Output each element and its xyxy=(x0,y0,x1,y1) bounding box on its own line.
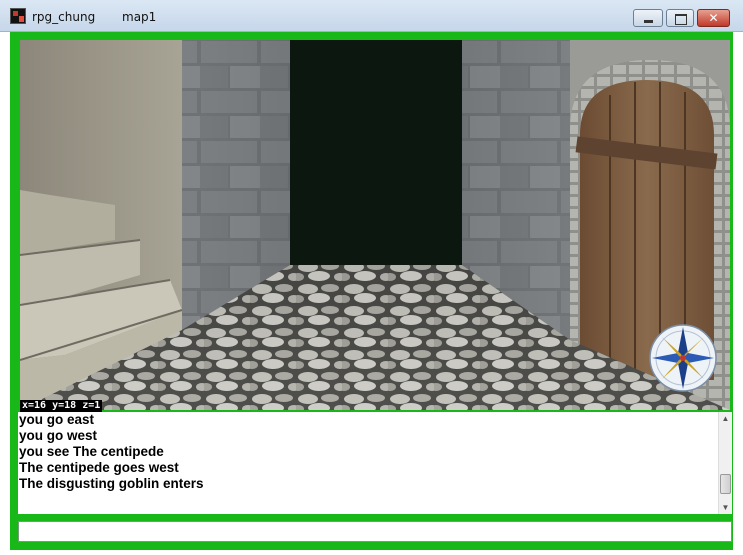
compass-rose-icon xyxy=(649,324,717,392)
minimize-button[interactable] xyxy=(633,9,663,27)
coordinates-readout: x=16 y=18 z=1 xyxy=(20,400,103,412)
command-input[interactable] xyxy=(18,521,732,542)
close-button[interactable]: ✕ xyxy=(697,9,730,27)
log-line: The centipede goes west xyxy=(19,460,179,475)
scroll-down-icon[interactable]: ▼ xyxy=(719,501,732,514)
close-icon: ✕ xyxy=(708,11,719,25)
dungeon-view[interactable] xyxy=(20,40,730,410)
scroll-up-icon[interactable]: ▲ xyxy=(719,412,732,425)
maximize-button[interactable] xyxy=(666,9,694,27)
window-title: rpg_chung xyxy=(32,10,96,24)
scroll-thumb[interactable] xyxy=(720,474,731,494)
title-bar: rpg_chung map1 ✕ xyxy=(0,0,743,32)
log-line: you go east xyxy=(19,412,95,427)
dungeon-scene xyxy=(20,40,730,410)
log-line: you go west xyxy=(19,428,98,443)
log-line: The disgusting goblin enters xyxy=(19,476,204,491)
dark-corridor xyxy=(290,40,462,265)
message-log: you go east you go west you see The cent… xyxy=(18,412,718,514)
log-scrollbar[interactable]: ▲ ▼ xyxy=(718,412,732,514)
log-line: you see The centipede xyxy=(19,444,164,459)
app-icon[interactable] xyxy=(10,8,26,24)
map-title: map1 xyxy=(122,10,157,24)
